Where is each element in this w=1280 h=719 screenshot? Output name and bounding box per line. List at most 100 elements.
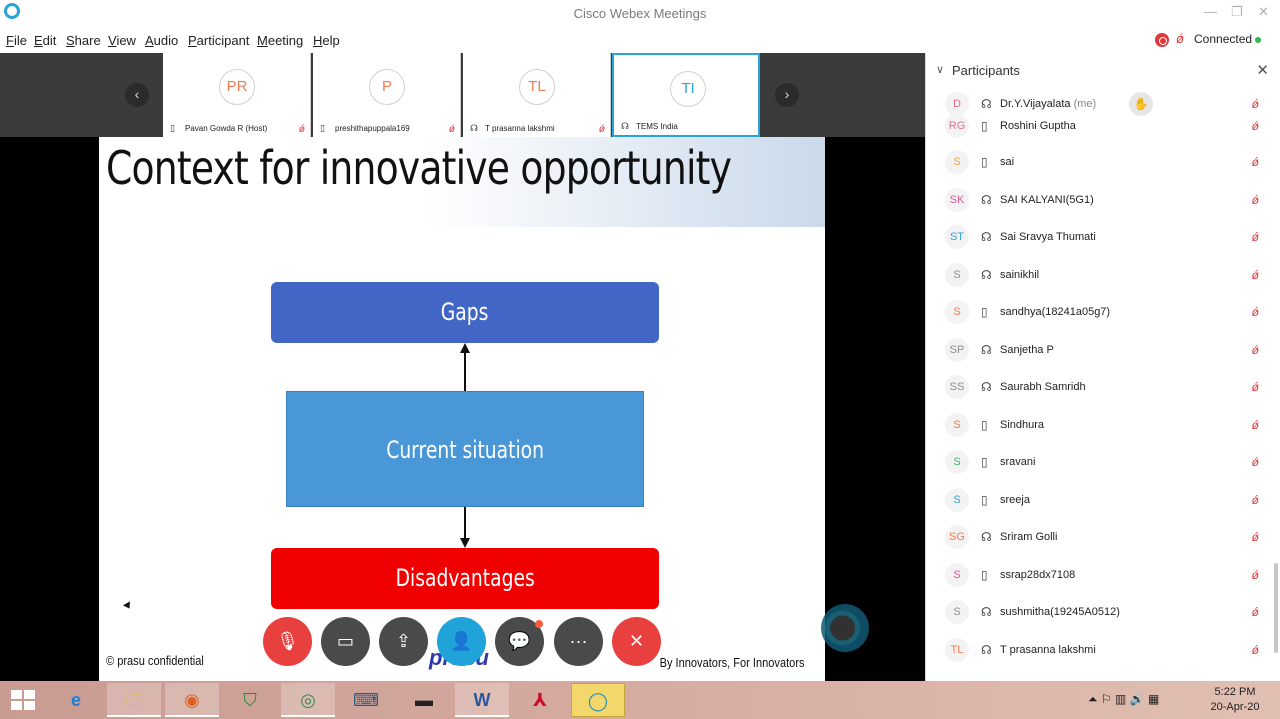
participant-row[interactable]: RG ▯ Roshini Guptha ǿ bbox=[926, 109, 1280, 146]
strip-prev-button[interactable]: ‹ bbox=[125, 83, 149, 107]
arrow-down-head bbox=[460, 538, 470, 548]
participants-panel: ∨ Participants ✕ D ☊ Dr.Y.Vijayalata (me) ✋… bbox=[925, 53, 1280, 681]
maximize-button[interactable]: ❐ bbox=[1231, 4, 1243, 20]
video-thumb-prasanna[interactable]: TL ☊ T prasanna lakshmi ǿ bbox=[463, 53, 611, 137]
participant-row[interactable]: TL ☊ T prasanna lakshmi ǿ bbox=[926, 633, 1280, 670]
menu-meeting[interactable]: Meeting bbox=[257, 33, 303, 48]
acrobat-icon[interactable]: ⅄ bbox=[513, 683, 567, 717]
participant-row[interactable]: S ▯ sai ǿ bbox=[926, 145, 1280, 182]
muted-mic-icon[interactable]: ǿ bbox=[1252, 230, 1259, 244]
collapse-chevron-icon[interactable]: ∨ bbox=[936, 63, 944, 76]
windows-start-button[interactable] bbox=[11, 690, 35, 710]
participant-row[interactable]: S ☊ sainikhil ǿ bbox=[926, 258, 1280, 295]
firefox-icon[interactable]: ◉ bbox=[165, 683, 219, 717]
share-button[interactable]: ⇪ bbox=[379, 617, 428, 666]
python-icon[interactable]: ⌨ bbox=[339, 683, 393, 717]
muted-mic-icon[interactable]: ǿ bbox=[1252, 343, 1259, 357]
muted-mic-icon[interactable]: ǿ bbox=[1252, 268, 1259, 282]
participants-panel-header: ∨ Participants ✕ bbox=[926, 53, 1280, 87]
avatar: RG bbox=[945, 114, 969, 138]
avatar: PR bbox=[219, 69, 255, 105]
muted-mic-icon[interactable]: ǿ bbox=[1252, 455, 1259, 469]
participant-name: Sriram Golli bbox=[1000, 531, 1057, 543]
unmute-button[interactable]: 🎙 bbox=[263, 617, 312, 666]
system-tray-icons[interactable]: ⏶ ⚐ ▥ 🔊 ▦ bbox=[1088, 692, 1159, 707]
leave-meeting-button[interactable]: ✕ bbox=[612, 617, 661, 666]
avatar: S bbox=[945, 413, 969, 437]
store-icon[interactable]: ⛉ bbox=[223, 683, 277, 717]
phone-icon: ▯ bbox=[981, 493, 988, 507]
participant-row[interactable]: SG ☊ Sriram Golli ǿ bbox=[926, 520, 1280, 557]
muted-mic-icon[interactable]: ǿ bbox=[1252, 568, 1259, 582]
participant-row[interactable]: S ▯ sandhya(18241a05g7) ǿ bbox=[926, 295, 1280, 332]
start-logo-pane bbox=[24, 690, 35, 699]
muted-mic-icon[interactable]: ǿ bbox=[1252, 493, 1259, 507]
participant-row[interactable]: SK ☊ SAI KALYANI(5G1) ǿ bbox=[926, 183, 1280, 220]
menu-help[interactable]: Help bbox=[313, 33, 340, 48]
presentation-slide: Context for innovative opportunity Gaps … bbox=[99, 137, 825, 681]
menu-share[interactable]: Share bbox=[66, 33, 101, 48]
video-thumb-tems-active-speaker[interactable]: TI ☊ TEMS India bbox=[612, 53, 760, 137]
participant-row[interactable]: S ☊ sushmitha(19245A0512) ǿ bbox=[926, 595, 1280, 632]
taskbar-clock[interactable]: 5:22 PM 20-Apr-20 bbox=[1200, 685, 1270, 715]
participant-row[interactable]: S ▯ ssrap28dx7108 ǿ bbox=[926, 558, 1280, 595]
internet-explorer-icon[interactable]: e bbox=[49, 683, 103, 717]
participants-button[interactable]: 👤 bbox=[437, 617, 486, 666]
muted-mic-icon: ǿ bbox=[298, 124, 305, 135]
participant-name: sushmitha(19245A0512) bbox=[1000, 606, 1120, 618]
menu-audio[interactable]: Audio bbox=[145, 33, 178, 48]
participant-row[interactable]: S ▯ Sindhura ǿ bbox=[926, 408, 1280, 445]
minimize-button[interactable]: — bbox=[1204, 4, 1217, 19]
thumb-name: Pavan Gowda R (Host) bbox=[185, 124, 268, 133]
avatar: TL bbox=[519, 69, 555, 105]
muted-mic-icon[interactable]: ǿ bbox=[1252, 305, 1259, 319]
participant-row[interactable]: SS ☊ Saurabh Samridh ǿ bbox=[926, 370, 1280, 407]
terminal-icon[interactable]: ▬ bbox=[397, 683, 451, 717]
chrome-icon[interactable]: ◎ bbox=[281, 683, 335, 717]
thumb-name: TEMS India bbox=[636, 122, 678, 131]
avatar: TL bbox=[945, 638, 969, 662]
video-thumb-preshitha[interactable]: P ▯ preshithapuppala169 ǿ bbox=[313, 53, 461, 137]
menu-participant[interactable]: Participant bbox=[188, 33, 249, 48]
slide-footer-confidential: © prasu confidential bbox=[106, 653, 204, 668]
participant-list-scrollbar[interactable] bbox=[1274, 563, 1278, 653]
arrow-current-to-gaps bbox=[464, 351, 466, 391]
menu-view[interactable]: View bbox=[108, 33, 136, 48]
strip-next-button[interactable]: › bbox=[775, 83, 799, 107]
thumb-name: preshithapuppala169 bbox=[335, 124, 410, 133]
muted-mic-icon[interactable]: ǿ bbox=[1252, 530, 1259, 544]
recording-icon[interactable] bbox=[1155, 33, 1169, 47]
word-icon[interactable]: W bbox=[455, 683, 509, 717]
muted-mic-icon[interactable]: ǿ bbox=[1252, 605, 1259, 619]
muted-mic-icon[interactable]: ǿ bbox=[1252, 193, 1259, 207]
muted-mic-icon[interactable]: ǿ bbox=[1252, 155, 1259, 169]
participant-list[interactable]: D ☊ Dr.Y.Vijayalata (me) ✋ ǿ RG ▯ Roshini Gupth… bbox=[926, 87, 1280, 681]
close-panel-button[interactable]: ✕ bbox=[1256, 61, 1269, 79]
avatar: SG bbox=[945, 525, 969, 549]
video-button[interactable]: ▭ bbox=[321, 617, 370, 666]
avatar: ST bbox=[945, 225, 969, 249]
webex-taskbar-icon[interactable]: ◯ bbox=[571, 683, 625, 717]
participant-name-text: Sanjetha P bbox=[1000, 344, 1054, 356]
muted-mic-icon[interactable]: ǿ bbox=[1252, 119, 1259, 133]
participant-name-text: sravani bbox=[1000, 456, 1036, 468]
menu-edit[interactable]: Edit bbox=[34, 33, 56, 48]
participant-row[interactable]: S ▯ sravani ǿ bbox=[926, 445, 1280, 482]
file-explorer-icon[interactable]: 🗀 bbox=[107, 683, 161, 717]
phone-icon: ▯ bbox=[981, 418, 988, 432]
menu-file[interactable]: File bbox=[6, 33, 27, 48]
more-options-button[interactable]: ··· bbox=[554, 617, 603, 666]
video-thumb-pavan[interactable]: PR ▯ Pavan Gowda R (Host) ǿ bbox=[163, 53, 311, 137]
close-window-button[interactable]: ✕ bbox=[1258, 4, 1269, 20]
thumb-name: T prasanna lakshmi bbox=[485, 124, 555, 133]
participant-row[interactable]: ST ☊ Sai Sravya Thumati ǿ bbox=[926, 220, 1280, 257]
chat-notification-badge bbox=[535, 620, 543, 628]
participant-row[interactable]: S ▯ sreeja ǿ bbox=[926, 483, 1280, 520]
menu-bar: File Edit Share View Audio Participant M… bbox=[0, 28, 1280, 53]
participant-row[interactable]: SP ☊ Sanjetha P ǿ bbox=[926, 333, 1280, 370]
headset-icon: ☊ bbox=[981, 230, 992, 244]
muted-mic-icon[interactable]: ǿ bbox=[1252, 418, 1259, 432]
muted-mic-icon[interactable]: ǿ bbox=[1252, 643, 1259, 657]
muted-mic-icon[interactable]: ǿ bbox=[1252, 380, 1259, 394]
participant-name-text: sushmitha(19245A0512) bbox=[1000, 606, 1120, 618]
